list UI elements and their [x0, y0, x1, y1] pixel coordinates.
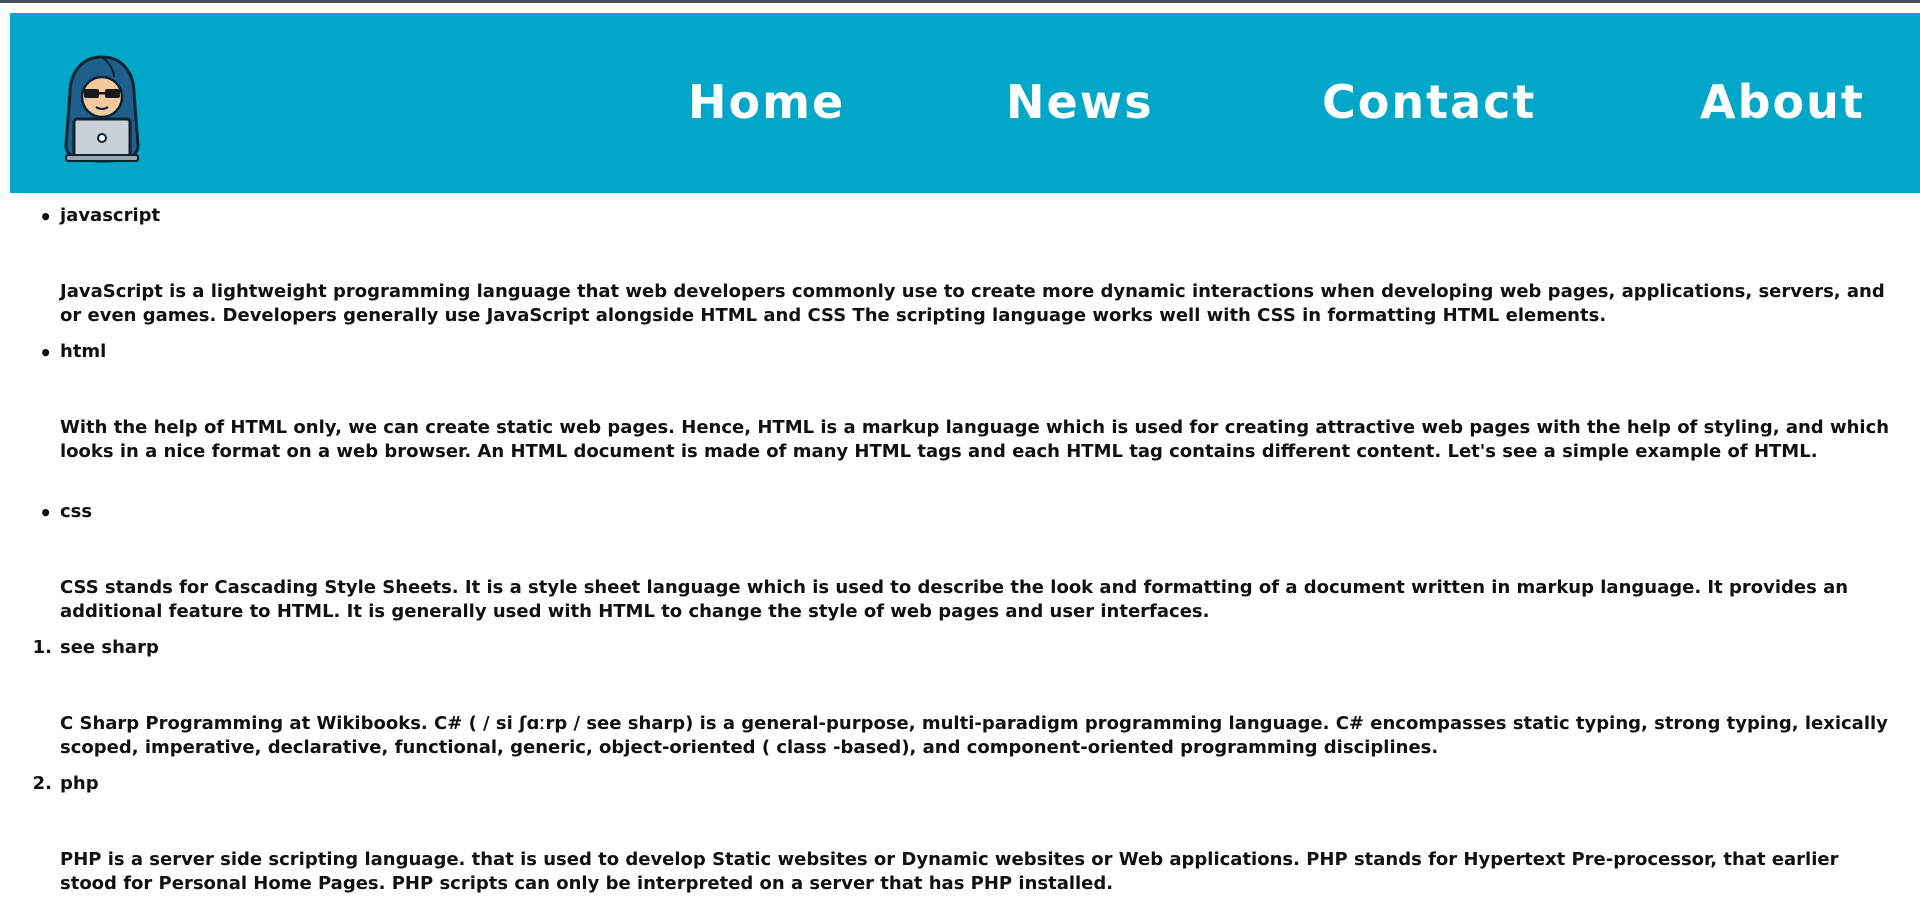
description-javascript: JavaScript is a lightweight programming …	[60, 281, 1885, 326]
term-html: html	[60, 341, 107, 362]
nav-home-link[interactable]: Home	[688, 75, 845, 129]
term-php: php	[60, 773, 99, 794]
main-nav: Home News Contact About	[10, 13, 1920, 193]
ordered-marker: 1.	[32, 637, 52, 658]
bullet-marker: •	[39, 341, 52, 365]
term-javascript: javascript	[60, 205, 161, 226]
bullet-marker: •	[39, 205, 52, 229]
nav-contact-link[interactable]: Contact	[1322, 75, 1536, 129]
description-css: CSS stands for Cascading Style Sheets. I…	[60, 577, 1849, 622]
ordered-marker: 2.	[32, 773, 52, 794]
nav-about-link[interactable]: About	[1700, 75, 1865, 129]
description-php: PHP is a server side scripting language.…	[60, 849, 1839, 894]
term-css: css	[60, 501, 93, 522]
term-see-sharp: see sharp	[60, 637, 159, 658]
site-header: Home News Contact About	[10, 13, 1920, 193]
nav-news-link[interactable]: News	[1006, 75, 1154, 129]
top-border	[0, 0, 1920, 3]
description-html: With the help of HTML only, we can creat…	[60, 417, 1890, 462]
description-see-sharp: C Sharp Programming at Wikibooks. C# ( /…	[60, 713, 1888, 758]
bullet-marker: •	[39, 501, 52, 525]
